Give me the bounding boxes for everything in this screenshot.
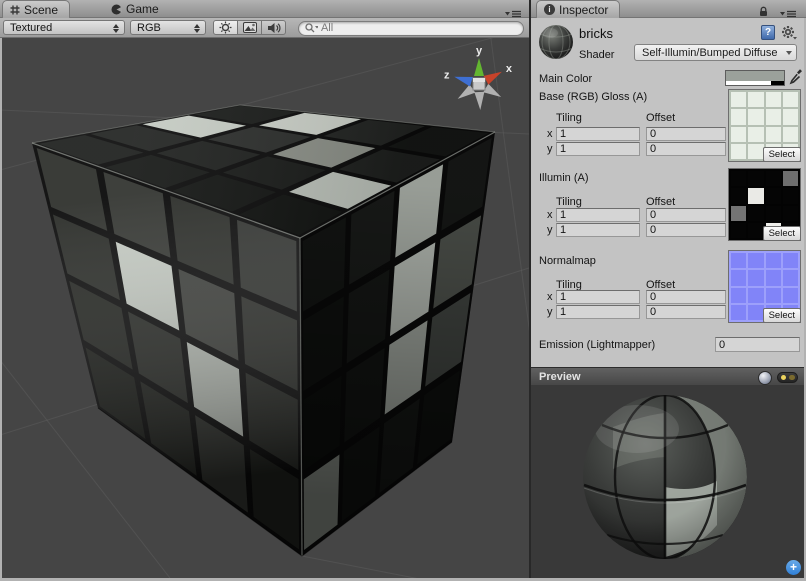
image-icon: [243, 22, 257, 33]
tab-inspector[interactable]: i Inspector: [536, 0, 620, 18]
preview-sphere-icon[interactable]: [758, 371, 772, 385]
tab-game-label: Game: [126, 2, 159, 16]
x-row-label: x: [547, 128, 553, 140]
preview-header[interactable]: Preview: [531, 367, 806, 385]
shader-label: Shader: [579, 49, 614, 61]
y-row-label: y: [547, 224, 553, 236]
normalmap-label: Normalmap: [539, 255, 596, 267]
scene-3d-canvas[interactable]: y x z: [0, 38, 529, 578]
illumin-tiling-y-field[interactable]: [556, 223, 640, 237]
lighting-toggle-button[interactable]: [213, 20, 238, 35]
shader-dropdown[interactable]: Self-Illumin/Bumped Diffuse: [634, 44, 797, 61]
scene-search-field[interactable]: [298, 21, 524, 36]
speaker-icon: [267, 22, 281, 34]
search-icon: [305, 23, 318, 33]
normalmap-tiling-x-field[interactable]: [556, 290, 640, 304]
x-row-label: x: [547, 291, 553, 303]
preview-lighting-icon[interactable]: [777, 372, 798, 383]
base-texture-thumbnail[interactable]: Select: [728, 89, 801, 162]
unity-editor-window: Scene Game Textured R: [0, 0, 806, 581]
base-texture-label: Base (RGB) Gloss (A): [539, 91, 647, 103]
inspector-tabbar: i Inspector: [531, 0, 806, 18]
preview-sphere[interactable]: [531, 385, 806, 578]
base-offset-x-field[interactable]: [646, 127, 726, 141]
scene-viewport[interactable]: y x z: [0, 38, 529, 578]
gear-icon[interactable]: [781, 25, 798, 45]
draw-mode-label: Textured: [10, 22, 52, 34]
illumin-offset-y-field[interactable]: [646, 223, 726, 237]
emission-label: Emission (Lightmapper): [539, 339, 655, 351]
main-color-label: Main Color: [539, 73, 592, 85]
color-mode-dropdown[interactable]: RGB: [130, 20, 206, 35]
base-tiling-y-field[interactable]: [556, 142, 640, 156]
popup-arrows-icon: [113, 23, 120, 33]
tab-scene-label: Scene: [24, 3, 58, 17]
unity-game-icon: [111, 4, 122, 15]
skybox-toggle-button[interactable]: [237, 20, 262, 35]
base-tiling-x-field[interactable]: [556, 127, 640, 141]
eyedropper-icon[interactable]: [789, 68, 803, 90]
color-area: [726, 71, 784, 81]
normalmap-offset-y-field[interactable]: [646, 305, 726, 319]
base-select-button[interactable]: Select: [763, 147, 801, 162]
svg-text:z: z: [444, 69, 450, 81]
material-name: bricks: [579, 26, 613, 41]
tiling-header: Tiling: [556, 112, 582, 124]
illumin-tiling-x-field[interactable]: [556, 208, 640, 222]
illumin-texture-label: Illumin (A): [539, 172, 589, 184]
info-icon: i: [544, 4, 555, 15]
dropdown-arrow-icon: [786, 51, 792, 55]
popup-arrows-icon: [194, 23, 201, 33]
search-input[interactable]: [321, 22, 517, 34]
normalmap-tiling-y-field[interactable]: [556, 305, 640, 319]
base-offset-y-field[interactable]: [646, 142, 726, 156]
shader-value: Self-Illumin/Bumped Diffuse: [642, 47, 778, 59]
svg-text:y: y: [476, 45, 483, 57]
illumin-texture-thumbnail[interactable]: Select: [728, 168, 801, 241]
tab-scene[interactable]: Scene: [2, 0, 70, 18]
tiling-header: Tiling: [556, 196, 582, 208]
normalmap-select-button[interactable]: Select: [763, 308, 801, 323]
svg-text:x: x: [506, 63, 513, 75]
normalmap-offset-x-field[interactable]: [646, 290, 726, 304]
offset-header: Offset: [646, 196, 675, 208]
main-color-swatch[interactable]: [725, 70, 785, 86]
sun-icon: [219, 21, 232, 34]
window-edge-left: [0, 38, 2, 581]
offset-header: Offset: [646, 112, 675, 124]
illumin-offset-x-field[interactable]: [646, 208, 726, 222]
grid-icon: [10, 5, 20, 15]
tab-inspector-label: Inspector: [559, 3, 608, 17]
scene-panel: Scene Game Textured R: [0, 0, 529, 578]
alpha-bar: [726, 81, 771, 85]
illumin-select-button[interactable]: Select: [763, 226, 801, 241]
scene-toolbar: Textured RGB: [0, 18, 529, 38]
color-mode-label: RGB: [137, 22, 161, 34]
material-sphere-thumbnail: [538, 23, 574, 61]
normalmap-thumbnail[interactable]: Select: [728, 250, 801, 323]
inspector-panel: i Inspector: [531, 0, 806, 578]
tab-game[interactable]: Game: [104, 0, 170, 18]
draw-mode-dropdown[interactable]: Textured: [3, 20, 125, 35]
x-row-label: x: [547, 209, 553, 221]
preview-area[interactable]: +: [531, 385, 806, 578]
y-row-label: y: [547, 143, 553, 155]
inspector-body: bricks Shader Self-Illumin/Bumped Diffus…: [531, 18, 806, 367]
audio-toggle-button[interactable]: [261, 20, 286, 35]
y-row-label: y: [547, 306, 553, 318]
scene-tabbar: Scene Game: [0, 0, 529, 18]
help-icon[interactable]: ?: [761, 25, 775, 40]
add-button[interactable]: +: [786, 560, 801, 575]
preview-title: Preview: [539, 371, 581, 383]
emission-field[interactable]: [715, 337, 800, 352]
